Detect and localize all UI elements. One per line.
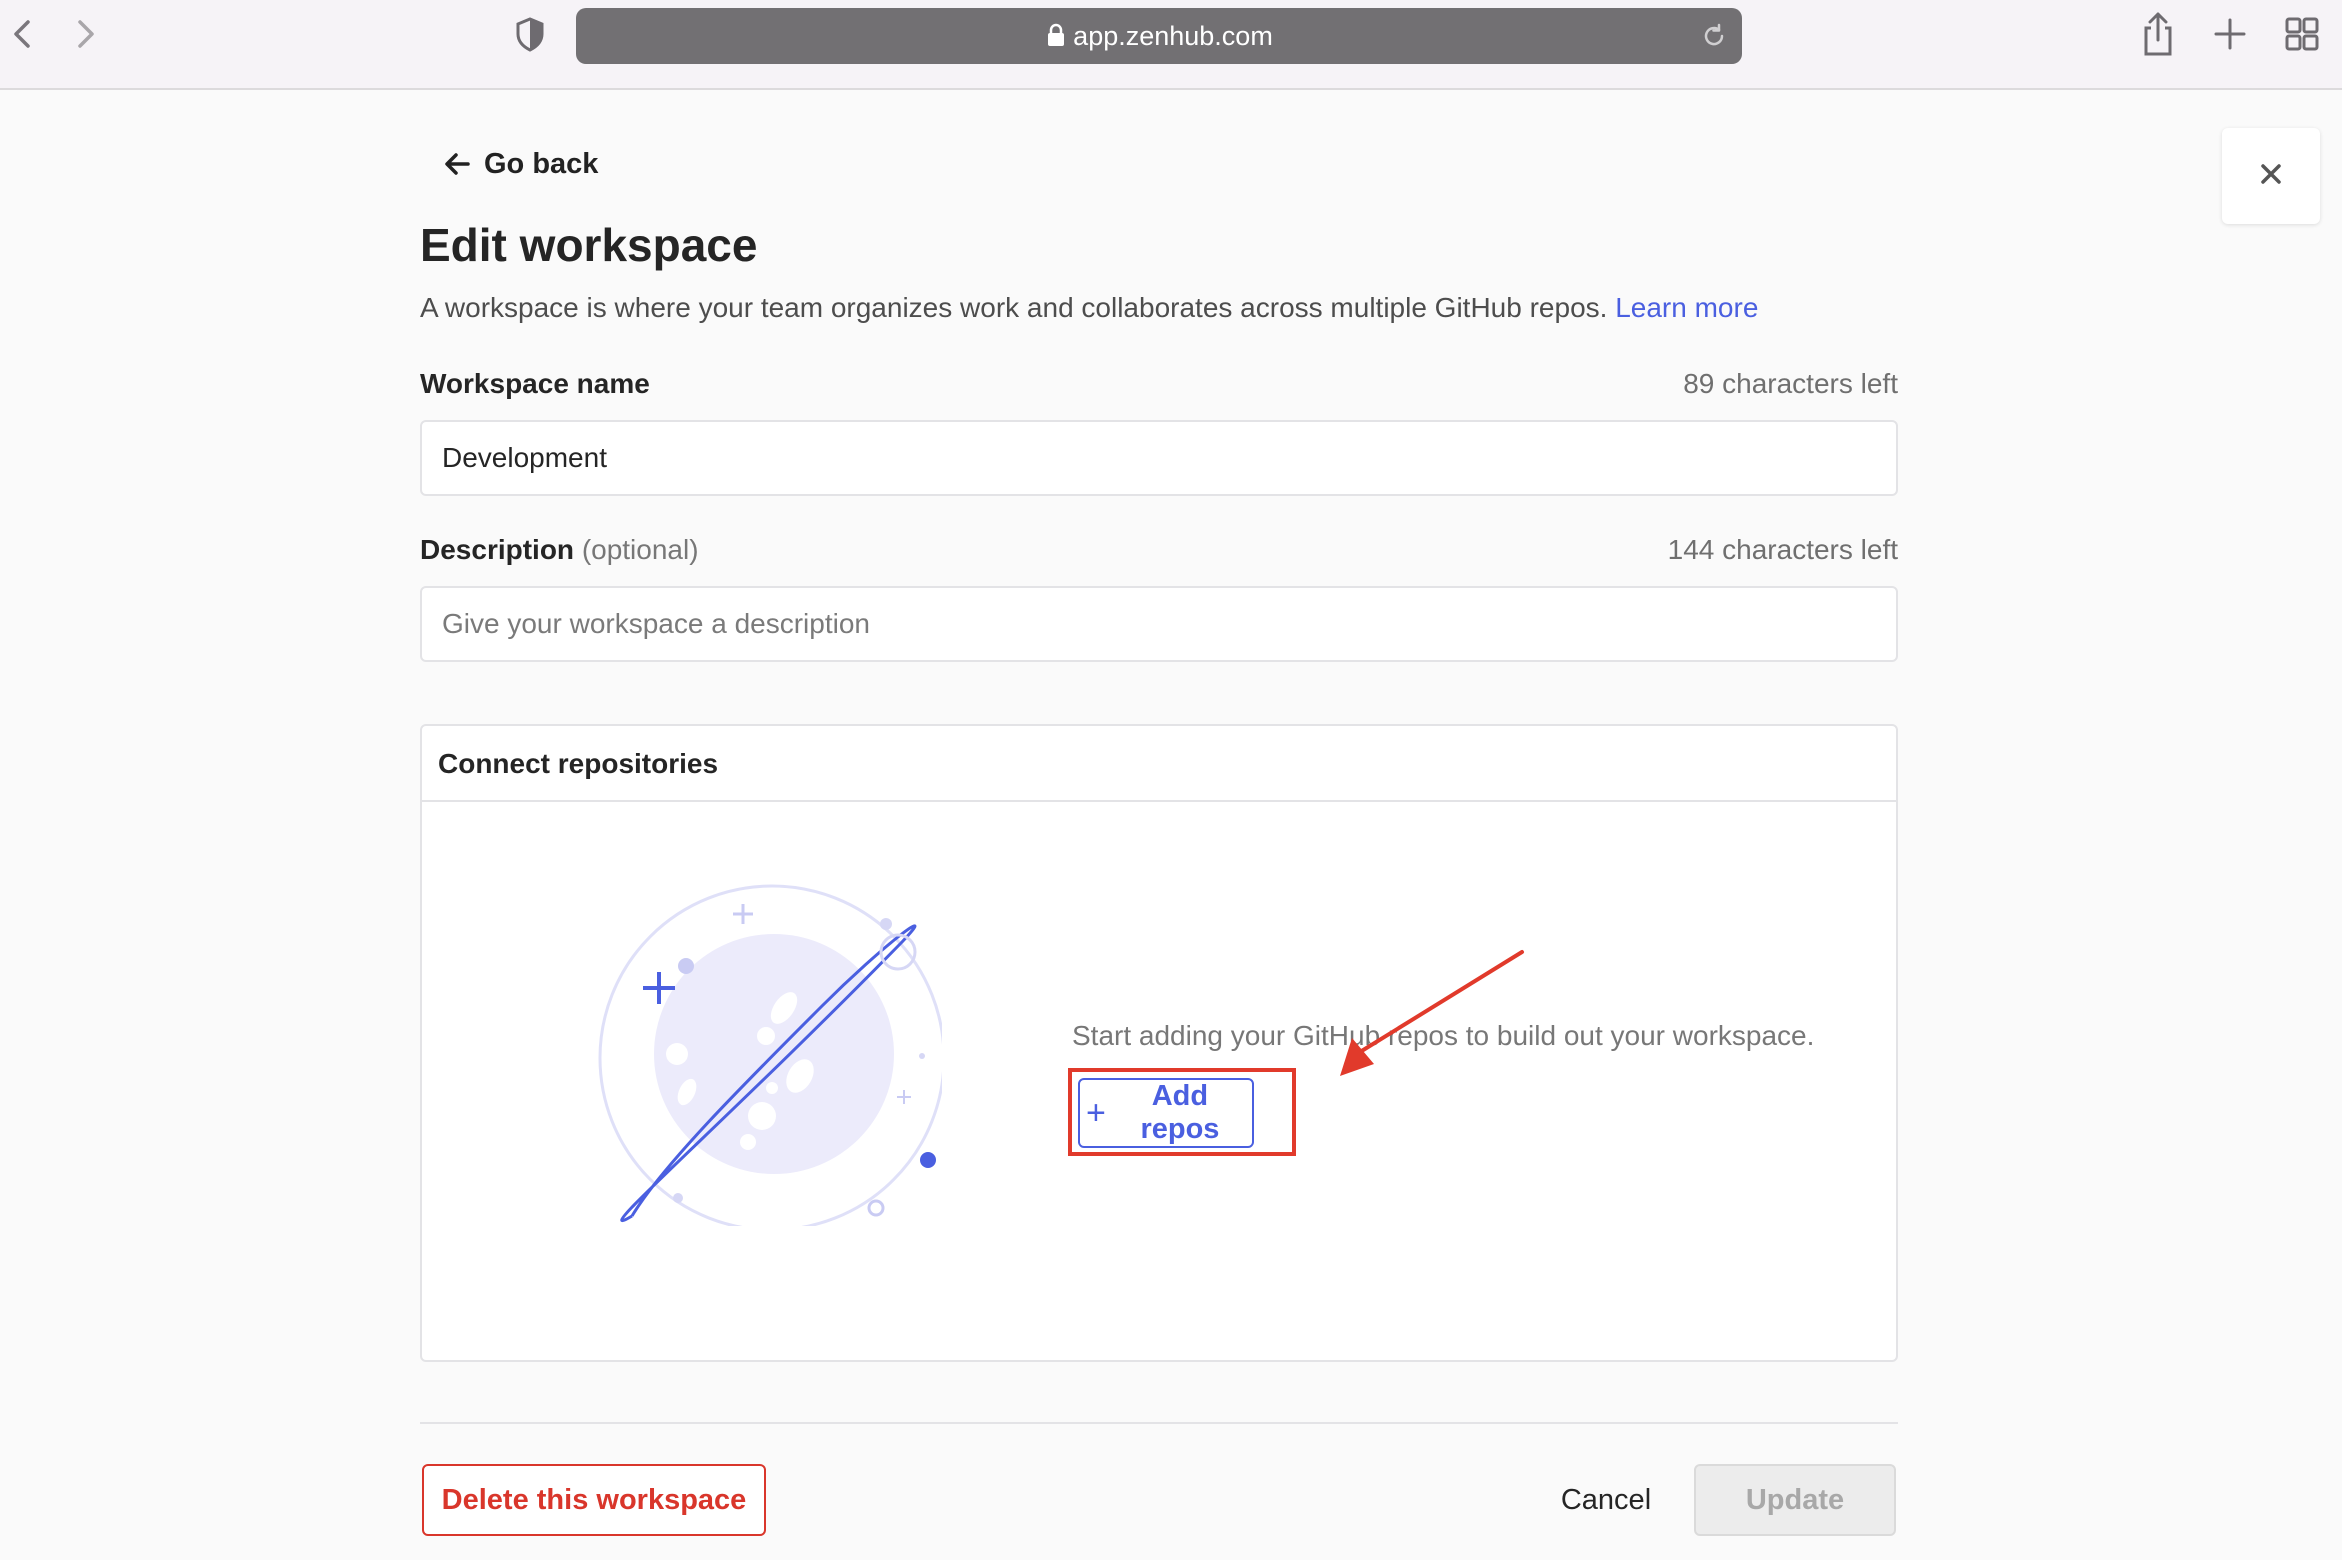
url-text: app.zenhub.com — [1073, 21, 1273, 51]
description-counter: 144 characters left — [1667, 534, 1898, 565]
forward-icon[interactable] — [68, 14, 104, 54]
description-label-text: Description — [420, 534, 575, 565]
add-repos-button[interactable]: + Add repos — [1078, 1078, 1254, 1148]
learn-more-link[interactable]: Learn more — [1615, 292, 1758, 323]
connect-repositories-panel: Connect repositories Start adding your G… — [420, 724, 1898, 1362]
workspace-name-counter: 89 characters left — [1683, 368, 1898, 399]
delete-workspace-button[interactable]: Delete this workspace — [422, 1464, 766, 1536]
description-input[interactable] — [420, 586, 1898, 662]
workspace-name-label: Workspace name — [420, 368, 650, 399]
arrow-left-icon — [445, 153, 470, 175]
planet-illustration-icon — [598, 884, 942, 1226]
share-icon[interactable] — [2138, 10, 2178, 58]
workspace-name-input[interactable] — [420, 420, 1898, 496]
annotation-arrow-icon — [1340, 950, 1524, 1076]
update-button[interactable]: Update — [1694, 1464, 1896, 1536]
reload-icon[interactable] — [1700, 22, 1728, 50]
description-label: Description (optional) — [420, 534, 699, 566]
lock-icon — [1045, 11, 1067, 46]
back-icon[interactable] — [4, 14, 40, 54]
shield-icon[interactable] — [512, 14, 548, 54]
go-back-link[interactable]: Go back — [444, 144, 598, 184]
cancel-button[interactable]: Cancel — [1540, 1464, 1672, 1536]
tabs-overview-icon[interactable] — [2282, 14, 2322, 54]
close-icon — [2258, 161, 2284, 192]
connect-repositories-header: Connect repositories — [422, 726, 1896, 802]
address-bar[interactable]: app.zenhub.com — [576, 8, 1742, 64]
page-subtitle: A workspace is where your team organizes… — [420, 292, 1758, 324]
go-back-label: Go back — [484, 147, 599, 180]
browser-toolbar: app.zenhub.com — [0, 0, 2342, 90]
close-button[interactable] — [2222, 128, 2320, 224]
plus-icon: + — [1086, 1093, 1106, 1132]
page-title: Edit workspace — [420, 219, 758, 271]
add-repos-label: Add repos — [1140, 1080, 1220, 1145]
subtitle-text: A workspace is where your team organizes… — [420, 292, 1608, 323]
footer-divider — [420, 1422, 1898, 1424]
optional-tag: (optional) — [581, 534, 699, 565]
new-tab-icon[interactable] — [2210, 14, 2250, 54]
